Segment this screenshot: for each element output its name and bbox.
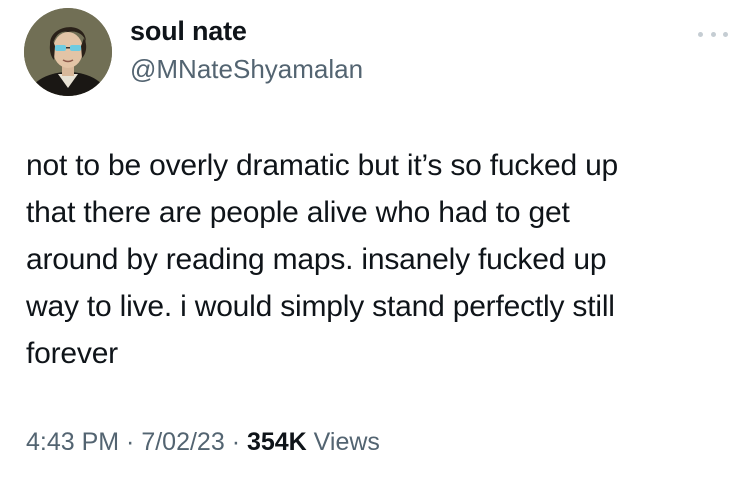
author-handle[interactable]: @MNateShyamalan <box>130 52 363 86</box>
meta-separator: · <box>224 428 247 456</box>
tweet-time[interactable]: 4:43 PM <box>26 428 119 456</box>
tweet-card: soul nate @MNateShyamalan not to be over… <box>0 0 750 479</box>
avatar-portrait-image <box>24 8 112 96</box>
tweet-text: not to be overly dramatic but it’s so fu… <box>26 149 619 370</box>
views-count[interactable]: 354K <box>247 428 307 456</box>
author-block: soul nate @MNateShyamalan <box>130 14 363 86</box>
meta-separator: · <box>119 428 142 456</box>
more-horizontal-icon <box>698 31 703 37</box>
more-horizontal-icon <box>710 31 716 37</box>
author-display-name[interactable]: soul nate <box>130 14 363 48</box>
avatar[interactable] <box>24 8 112 96</box>
more-options-button[interactable] <box>698 24 728 44</box>
more-horizontal-icon <box>723 31 728 37</box>
views-label: Views <box>306 428 380 456</box>
tweet-date[interactable]: 7/02/23 <box>141 428 224 456</box>
tweet-meta: 4:43 PM · 7/02/23 · 354K Views <box>26 425 380 459</box>
